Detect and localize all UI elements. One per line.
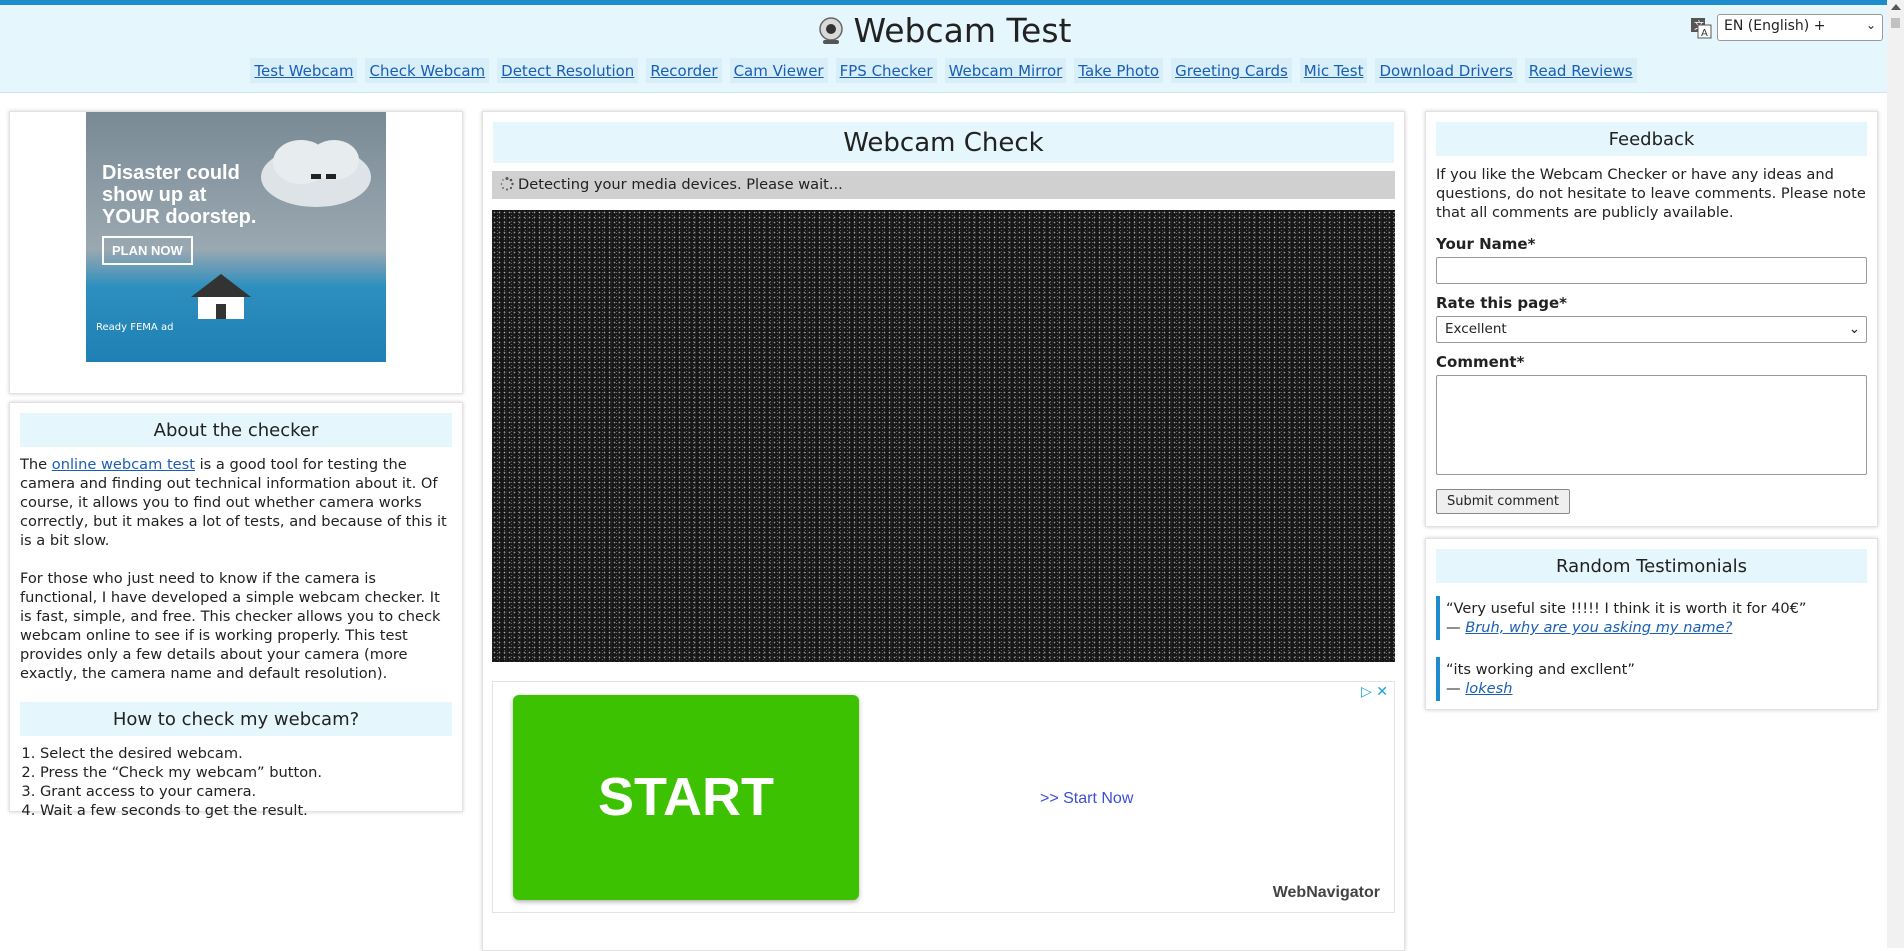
spinner-icon	[500, 173, 514, 191]
comment-label: Comment*	[1436, 353, 1525, 371]
adchoices-icon[interactable]: ▷ ✕	[1361, 684, 1388, 700]
about-paragraph-1: The online webcam test is a good tool fo…	[20, 456, 447, 549]
site-title: Webcam Test	[853, 11, 1072, 50]
storm-cloud-icon	[261, 140, 371, 207]
nav-test-webcam[interactable]: Test Webcam	[250, 58, 358, 83]
howto-title: How to check my webcam?	[20, 702, 452, 736]
testimonials-panel: Random Testimonials “Very useful site !!…	[1425, 538, 1878, 710]
site-header: Webcam Test Test Webcam Check Webcam Detec…	[0, 5, 1887, 93]
list-item: Wait a few seconds to get the result.	[40, 801, 452, 820]
chevron-down-icon: ⌄	[1848, 321, 1860, 337]
chevron-down-icon: ⌄	[1865, 18, 1876, 32]
nav-download-drivers[interactable]: Download Drivers	[1375, 58, 1517, 83]
webcam-icon	[816, 15, 846, 54]
nav-mic-test[interactable]: Mic Test	[1299, 58, 1368, 83]
page-title: Webcam Check	[493, 122, 1394, 163]
nav-cam-viewer[interactable]: Cam Viewer	[729, 58, 828, 83]
feedback-panel: Feedback If you like the Webcam Checker …	[1425, 111, 1878, 527]
translate-icon[interactable]: 文A	[1690, 17, 1712, 39]
testimonial-author-link[interactable]: Bruh, why are you asking my name?	[1465, 619, 1732, 636]
status-bar: Detecting your media devices. Please wai…	[492, 171, 1395, 199]
webcam-video	[492, 210, 1395, 662]
start-button[interactable]: START	[513, 695, 859, 900]
list-item: Press the “Check my webcam” button.	[40, 763, 452, 782]
start-now-link[interactable]: >> Start Now	[1040, 790, 1133, 808]
nav-read-reviews[interactable]: Read Reviews	[1524, 58, 1637, 83]
about-paragraph-2: For those who just need to know if the c…	[20, 570, 441, 682]
page-scrollbar[interactable]	[1887, 0, 1904, 948]
scroll-up-arrow-icon[interactable]	[1891, 4, 1901, 10]
online-webcam-test-link[interactable]: online webcam test	[52, 456, 195, 473]
plan-now-button[interactable]: PLAN NOW	[102, 236, 193, 265]
feedback-intro: If you like the Webcam Checker or have a…	[1436, 166, 1866, 221]
list-item: Select the desired webcam.	[40, 744, 452, 763]
ad-sponsor-logos: Ready FEMA ad	[96, 322, 174, 333]
house-icon	[191, 274, 251, 319]
list-item: Grant access to your camera.	[40, 782, 452, 801]
comment-textarea[interactable]	[1436, 375, 1867, 475]
status-text: Detecting your media devices. Please wai…	[518, 176, 843, 193]
ad-banner[interactable]: Disaster could show up at YOUR doorstep. P…	[86, 112, 386, 362]
testimonial-author-link[interactable]: lokesh	[1465, 680, 1512, 697]
nav-detect-resolution[interactable]: Detect Resolution	[497, 58, 639, 83]
nav-recorder[interactable]: Recorder	[646, 58, 722, 83]
start-ad[interactable]: ▷ ✕ START >> Start Now WebNavigator	[492, 681, 1395, 913]
ad-brand: WebNavigator	[1272, 884, 1380, 901]
feedback-title: Feedback	[1436, 122, 1867, 156]
about-panel: About the checker The online webcam test…	[9, 402, 463, 819]
main-nav: Test Webcam Check Webcam Detect Resolution…	[0, 58, 1887, 83]
testimonials-title: Random Testimonials	[1436, 549, 1867, 583]
rate-label: Rate this page*	[1436, 294, 1567, 312]
svg-text:A: A	[1701, 28, 1708, 39]
name-input[interactable]	[1436, 257, 1867, 284]
about-title: About the checker	[20, 413, 452, 447]
language-select[interactable]: EN (English) + ⌄	[1717, 14, 1883, 41]
scrollbar-thumb[interactable]	[1891, 18, 1900, 28]
nav-webcam-mirror[interactable]: Webcam Mirror	[944, 58, 1067, 83]
nav-check-webcam[interactable]: Check Webcam	[365, 58, 490, 83]
testimonial-item: “Very useful site !!!!! I think it is wo…	[1436, 596, 1867, 640]
name-label: Your Name*	[1436, 235, 1536, 253]
nav-fps-checker[interactable]: FPS Checker	[835, 58, 937, 83]
testimonial-item: “its working and excllent” — lokesh	[1436, 657, 1867, 701]
nav-greeting-cards[interactable]: Greeting Cards	[1171, 58, 1292, 83]
howto-steps: Select the desired webcam. Press the “Ch…	[10, 744, 462, 820]
nav-take-photo[interactable]: Take Photo	[1074, 58, 1164, 83]
rate-select[interactable]: Excellent ⌄	[1436, 316, 1867, 343]
submit-comment-button[interactable]: Submit comment	[1436, 489, 1571, 514]
